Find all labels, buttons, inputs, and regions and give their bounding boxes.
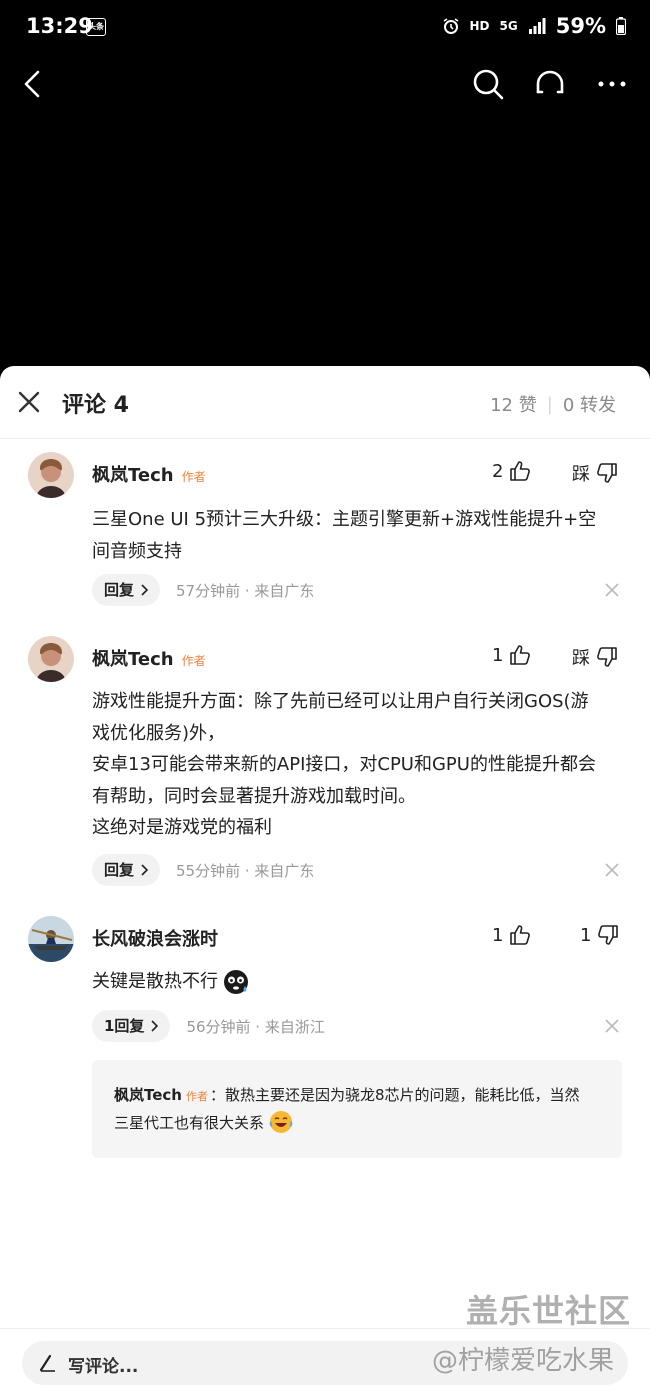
comment-text: 游戏性能提升方面：除了先前已经可以让用户自行关闭GOS(游 戏优化服务)外， 安… [92, 686, 628, 844]
status-bar: 13:29 头条 HD 5G 59% [0, 0, 650, 56]
reply-button[interactable]: 回复 [92, 574, 161, 606]
comment-meta: 回复 55分钟前 · 来自广东 [92, 854, 314, 886]
reply-label: 1回复 [104, 1017, 145, 1035]
comment-line: 三星One UI 5预计三大升级：主题引擎更新+游戏性能提升+空 [92, 509, 597, 530]
laughing-emoji-icon [269, 1111, 293, 1133]
stats-divider: | [546, 393, 553, 415]
site-watermark: 盖乐世社区 [466, 1292, 632, 1330]
like-count: 2 [492, 460, 504, 482]
reply-button[interactable]: 1回复 [92, 1010, 171, 1042]
sub-reply-username[interactable]: 枫岚Tech [114, 1086, 182, 1104]
likes-count[interactable]: 12 赞 [490, 391, 537, 417]
comment-meta: 回复 57分钟前 · 来自广东 [92, 574, 314, 606]
author-tag: 作者 [181, 654, 206, 668]
username-text: 长风破浪会涨时 [92, 929, 218, 950]
dismiss-icon[interactable] [604, 582, 620, 598]
dislike-button[interactable]: 1 [580, 924, 619, 946]
comment-meta: 1回复 56分钟前 · 来自浙江 [92, 1010, 325, 1042]
chevron-right-icon [141, 584, 149, 596]
comment-username[interactable]: 长风破浪会涨时 [92, 925, 218, 951]
video-top-bar [0, 56, 650, 112]
chevron-right-icon [141, 864, 149, 876]
comment-line: 安卓13可能会带来新的API接口，对CPU和GPU的性能提升都会 [92, 754, 596, 775]
thumbs-down-icon [597, 647, 617, 667]
comments-stats: 12 赞 | 0 转发 [490, 391, 616, 417]
comment-time-location: 55分钟前 · 来自广东 [176, 861, 315, 880]
comment-line: 游戏性能提升方面：除了先前已经可以让用户自行关闭GOS(游 [92, 691, 589, 712]
close-icon[interactable] [16, 389, 42, 415]
thumbs-down-icon [597, 463, 617, 483]
chevron-right-icon [151, 1020, 159, 1032]
comments-header: 评论 4 12 赞 | 0 转发 [0, 366, 650, 439]
dismiss-icon[interactable] [604, 862, 620, 878]
dislike-label: 踩 [572, 648, 590, 669]
dislike-button[interactable]: 踩 [572, 644, 618, 670]
comment-text: 关键是散热不行 [92, 966, 628, 998]
like-button[interactable]: 1 [492, 924, 531, 946]
battery-percent: 59% [555, 14, 606, 38]
comment-username[interactable]: 枫岚Tech 作者 [92, 461, 206, 487]
sub-reply-line: ：散热主要还是因为骁龙8芯片的问题，能耗比低，当然 [209, 1086, 580, 1104]
thumbs-up-icon [510, 461, 531, 481]
like-button[interactable]: 1 [492, 644, 531, 666]
comment-line: 间音频支持 [92, 540, 182, 562]
comments-title: 评论 4 [62, 393, 129, 418]
write-comment-placeholder: 写评论... [68, 1357, 139, 1377]
alarm-icon [443, 18, 458, 34]
chevron-left-icon[interactable] [16, 66, 52, 102]
pen-icon [39, 1354, 55, 1372]
reply-button[interactable]: 回复 [92, 854, 161, 886]
headphones-icon[interactable] [532, 66, 568, 102]
comment-text: 三星One UI 5预计三大升级：主题引擎更新+游戏性能提升+空 间音频支持 [92, 504, 628, 567]
app-badge: 头条 [86, 18, 106, 36]
user-watermark: @柠檬爱吃水果 [432, 1346, 615, 1376]
like-count: 1 [492, 924, 504, 946]
dislike-count: 1 [580, 924, 592, 946]
author-tag: 作者 [185, 1090, 208, 1103]
avatar[interactable] [28, 636, 74, 682]
dislike-button[interactable]: 踩 [572, 460, 618, 486]
author-tag: 作者 [181, 470, 206, 484]
username-text: 枫岚Tech [92, 465, 174, 486]
comment-time-location: 56分钟前 · 来自浙江 [186, 1017, 325, 1036]
status-time: 13:29 [26, 14, 93, 38]
comment-username[interactable]: 枫岚Tech 作者 [92, 645, 206, 671]
comment-time-location: 57分钟前 · 来自广东 [176, 581, 315, 600]
like-button[interactable]: 2 [492, 460, 531, 482]
comment-line: 这绝对是游戏党的福利 [92, 817, 272, 838]
like-count: 1 [492, 644, 504, 666]
comment-line: 戏优化服务)外， [92, 722, 226, 744]
network-type: 5G [499, 19, 518, 33]
thumbs-down-icon [598, 925, 619, 945]
search-icon[interactable] [470, 66, 506, 102]
status-right: HD 5G 59% [442, 14, 626, 38]
more-horizontal-icon[interactable] [594, 66, 630, 102]
sweating-face-emoji-icon [224, 969, 248, 994]
reply-label: 回复 [104, 861, 135, 879]
reply-label: 回复 [104, 581, 135, 599]
sub-reply-text: 枫岚Tech 作者 ：散热主要还是因为骁龙8芯片的问题，能耗比低，当然 三星代工也有… [114, 1082, 604, 1137]
username-text: 枫岚Tech [92, 649, 174, 670]
sub-reply[interactable]: 枫岚Tech 作者 ：散热主要还是因为骁龙8芯片的问题，能耗比低，当然 三星代工也有… [92, 1060, 622, 1158]
battery-icon [616, 17, 626, 35]
hd-indicator: HD [469, 19, 490, 33]
comment-line: 关键是散热不行 [92, 971, 218, 992]
signal-icon [528, 18, 546, 34]
shares-count[interactable]: 0 转发 [563, 391, 616, 417]
thumbs-up-icon [510, 645, 531, 665]
avatar[interactable] [28, 916, 74, 962]
thumbs-up-icon [510, 925, 531, 945]
dislike-label: 踩 [572, 464, 590, 485]
sub-reply-line: 三星代工也有很大关系 [114, 1114, 265, 1132]
avatar[interactable] [28, 452, 74, 498]
comment-line: 有帮助，同时会显著提升游戏加载时间。 [92, 785, 416, 807]
dismiss-icon[interactable] [604, 1018, 620, 1034]
